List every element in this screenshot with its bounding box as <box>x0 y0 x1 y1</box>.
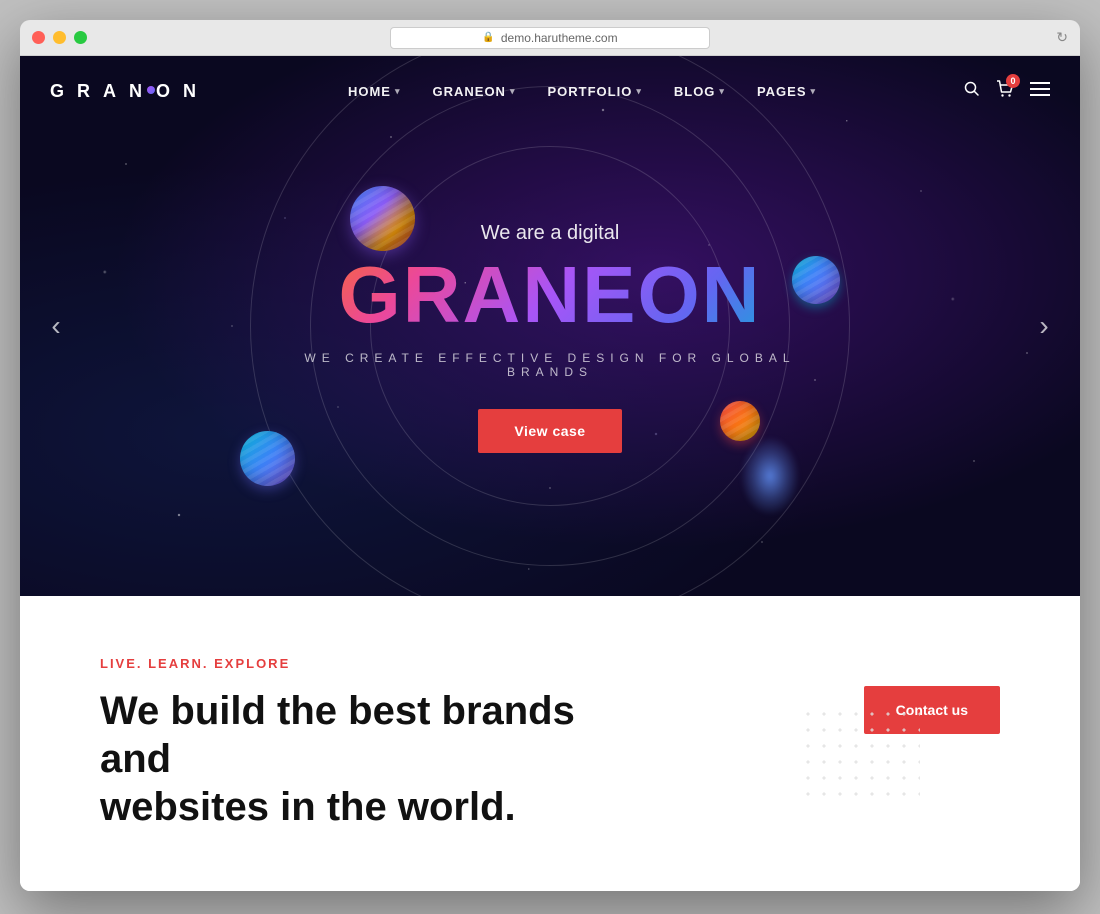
hamburger-icon <box>1030 82 1050 96</box>
hero-subtitle: We are a digital <box>285 222 815 245</box>
carousel-next-button[interactable]: › <box>1024 306 1064 346</box>
nav-blog[interactable]: BLOG ▾ <box>674 84 725 99</box>
below-content: LIVE. LEARN. EXPLORE We build the best b… <box>100 656 864 831</box>
chevron-down-icon: ▾ <box>811 86 817 97</box>
cart-button[interactable]: 0 <box>996 80 1014 103</box>
nav-graneon[interactable]: GRANEON ▾ <box>433 84 516 99</box>
dot-grid-decoration <box>800 706 920 796</box>
section-tag: LIVE. LEARN. EXPLORE <box>100 656 864 671</box>
cart-badge: 0 <box>1006 74 1020 88</box>
hero-tagline: WE CREATE EFFECTIVE DESIGN FOR GLOBAL BR… <box>285 351 815 379</box>
fullscreen-button[interactable] <box>74 31 87 44</box>
chevron-down-icon: ▾ <box>510 86 516 97</box>
below-fold-section: LIVE. LEARN. EXPLORE We build the best b… <box>20 596 1080 891</box>
logo[interactable]: G R A NO N <box>50 81 200 102</box>
nav-menu: HOME ▾ GRANEON ▾ PORTFOLIO ▾ BLOG ▾ <box>348 84 816 99</box>
view-case-button[interactable]: View case <box>478 409 621 453</box>
chevron-down-icon: ▾ <box>636 86 642 97</box>
url-bar[interactable]: 🔒 demo.harutheme.com <box>390 27 710 49</box>
section-heading: We build the best brands and websites in… <box>100 687 600 831</box>
nav-pages[interactable]: PAGES ▾ <box>757 84 816 99</box>
close-button[interactable] <box>32 31 45 44</box>
navbar: G R A NO N HOME ▾ GRANEON ▾ PORTFOLIO ▾ <box>20 56 1080 126</box>
search-icon <box>964 81 980 97</box>
minimize-button[interactable] <box>53 31 66 44</box>
hero-section: G R A NO N HOME ▾ GRANEON ▾ PORTFOLIO ▾ <box>20 56 1080 596</box>
carousel-prev-button[interactable]: ‹ <box>36 306 76 346</box>
hero-content: We are a digital GRANEON WE CREATE EFFEC… <box>285 222 815 453</box>
chevron-down-icon: ▾ <box>395 86 401 97</box>
logo-dot <box>147 86 155 94</box>
chevron-down-icon: ▾ <box>719 86 725 97</box>
search-button[interactable] <box>964 81 980 102</box>
website-content: G R A NO N HOME ▾ GRANEON ▾ PORTFOLIO ▾ <box>20 56 1080 891</box>
lock-icon: 🔒 <box>482 32 494 43</box>
url-text: demo.harutheme.com <box>501 31 618 45</box>
hero-title: GRANEON <box>285 255 815 335</box>
menu-button[interactable] <box>1030 82 1050 101</box>
nav-icons: 0 <box>964 80 1050 103</box>
nav-portfolio[interactable]: PORTFOLIO ▾ <box>547 84 641 99</box>
nav-home[interactable]: HOME ▾ <box>348 84 401 99</box>
reload-icon[interactable]: ↻ <box>1056 29 1068 46</box>
mac-window: 🔒 demo.harutheme.com ↻ G R A N <box>20 20 1080 891</box>
below-right: Contact us <box>864 656 1000 734</box>
titlebar: 🔒 demo.harutheme.com ↻ <box>20 20 1080 56</box>
